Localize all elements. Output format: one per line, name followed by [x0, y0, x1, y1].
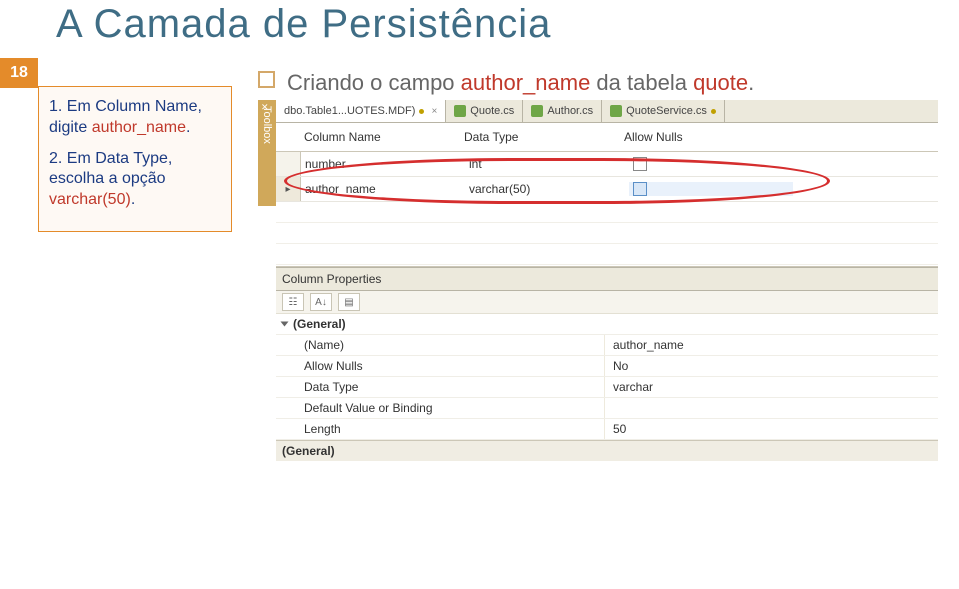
expand-triangle-icon	[281, 322, 289, 327]
property-value[interactable]: varchar	[605, 377, 938, 397]
csharp-file-icon	[531, 105, 543, 117]
table-row[interactable]: number int	[276, 152, 938, 177]
property-row[interactable]: Allow Nulls No	[276, 356, 938, 377]
toolbox-tab[interactable]: ✕ Toolbox	[258, 100, 276, 206]
table-row[interactable]: author_name varchar(50)	[276, 177, 938, 202]
csharp-file-icon	[454, 105, 466, 117]
instruction-box: 1. Em Column Name, digite author_name. 2…	[38, 86, 232, 232]
keyword-data-type: Data Type	[95, 150, 168, 167]
property-value[interactable]: author_name	[605, 335, 938, 355]
row-selector[interactable]	[276, 177, 301, 201]
cell-allow-nulls[interactable]	[629, 182, 793, 196]
property-value[interactable]	[605, 398, 938, 418]
visual-studio-screenshot: ✕ Toolbox dbo.Table1...UOTES.MDF) × Quot…	[258, 100, 938, 570]
header-column-name[interactable]: Column Name	[304, 130, 464, 144]
property-key: Length	[276, 419, 605, 439]
property-key: Data Type	[276, 377, 605, 397]
row-selector[interactable]	[276, 152, 301, 176]
table-designer-header: Column Name Data Type Allow Nulls	[276, 123, 938, 152]
bullet-line: Criando o campo author_name da tabela qu…	[258, 70, 754, 96]
category-label: (General)	[293, 317, 346, 331]
text: .	[748, 70, 754, 95]
checkbox-icon[interactable]	[633, 157, 647, 171]
column-properties-panel: Column Properties ☷ A↓ ▤ (General) (Name…	[276, 267, 938, 461]
tab-quoteservice-cs[interactable]: QuoteService.cs	[602, 100, 725, 122]
value-varchar-50: varchar(50)	[49, 191, 131, 208]
property-key: Allow Nulls	[276, 356, 605, 376]
empty-grid-area[interactable]	[276, 202, 938, 267]
property-row[interactable]: (Name) author_name	[276, 335, 938, 356]
property-row[interactable]: Default Value or Binding	[276, 398, 938, 419]
keyword-quote: quote	[693, 70, 748, 95]
cell-column-name[interactable]: author_name	[301, 182, 465, 196]
text: .	[131, 191, 135, 208]
close-icon[interactable]: ×	[431, 106, 437, 117]
property-row[interactable]: Data Type varchar	[276, 377, 938, 398]
tab-label: QuoteService.cs	[626, 105, 707, 117]
page-number-badge: 18	[0, 58, 38, 88]
text: .	[186, 119, 190, 136]
pin-icon: ✕	[261, 102, 269, 113]
tab-label: dbo.Table1...UOTES.MDF)	[284, 105, 415, 117]
cell-data-type[interactable]: int	[465, 157, 629, 171]
text: da tabela	[590, 70, 693, 95]
tab-quote-cs[interactable]: Quote.cs	[446, 100, 523, 122]
header-allow-nulls[interactable]: Allow Nulls	[624, 130, 784, 144]
categorized-button[interactable]: ☷	[282, 293, 304, 311]
property-key: (Name)	[276, 335, 605, 355]
column-properties-title: Column Properties	[276, 268, 938, 291]
tab-label: Author.cs	[547, 105, 593, 117]
instruction-step-2: 2. Em Data Type, escolha a opção varchar…	[49, 149, 221, 211]
tab-dbo-table1[interactable]: dbo.Table1...UOTES.MDF) ×	[276, 100, 446, 122]
properties-grid: (General) (Name) author_name Allow Nulls…	[276, 314, 938, 461]
dirty-dot-icon	[419, 109, 424, 114]
text: Criando o campo	[287, 70, 461, 95]
property-category-general[interactable]: (General)	[276, 314, 938, 335]
cell-data-type[interactable]: varchar(50)	[465, 182, 629, 196]
bullet-square-icon	[258, 71, 275, 88]
property-key: Default Value or Binding	[276, 398, 605, 418]
alphabetical-button[interactable]: A↓	[310, 293, 332, 311]
tab-label: Quote.cs	[470, 105, 514, 117]
csharp-file-icon	[610, 105, 622, 117]
dirty-dot-icon	[711, 109, 716, 114]
keyword-author-name: author_name	[461, 70, 591, 95]
property-description-bar: (General)	[276, 440, 938, 461]
cell-column-name[interactable]: number	[301, 157, 465, 171]
document-tab-bar: dbo.Table1...UOTES.MDF) × Quote.cs Autho…	[276, 100, 938, 123]
property-row[interactable]: Length 50	[276, 419, 938, 440]
properties-button[interactable]: ▤	[338, 293, 360, 311]
value-author-name: author_name	[92, 119, 186, 136]
property-value[interactable]: No	[605, 356, 938, 376]
checkbox-icon[interactable]	[633, 182, 647, 196]
instruction-step-1: 1. Em Column Name, digite author_name.	[49, 97, 221, 139]
header-data-type[interactable]: Data Type	[464, 130, 624, 144]
property-value[interactable]: 50	[605, 419, 938, 439]
slide-title: A Camada de Persistência	[56, 2, 551, 47]
tab-author-cs[interactable]: Author.cs	[523, 100, 602, 122]
keyword-column-name: Column Name	[95, 98, 197, 115]
text: 1. Em	[49, 98, 95, 115]
cell-allow-nulls[interactable]	[629, 157, 793, 171]
text: 2. Em	[49, 150, 95, 167]
properties-toolbar: ☷ A↓ ▤	[276, 291, 938, 314]
